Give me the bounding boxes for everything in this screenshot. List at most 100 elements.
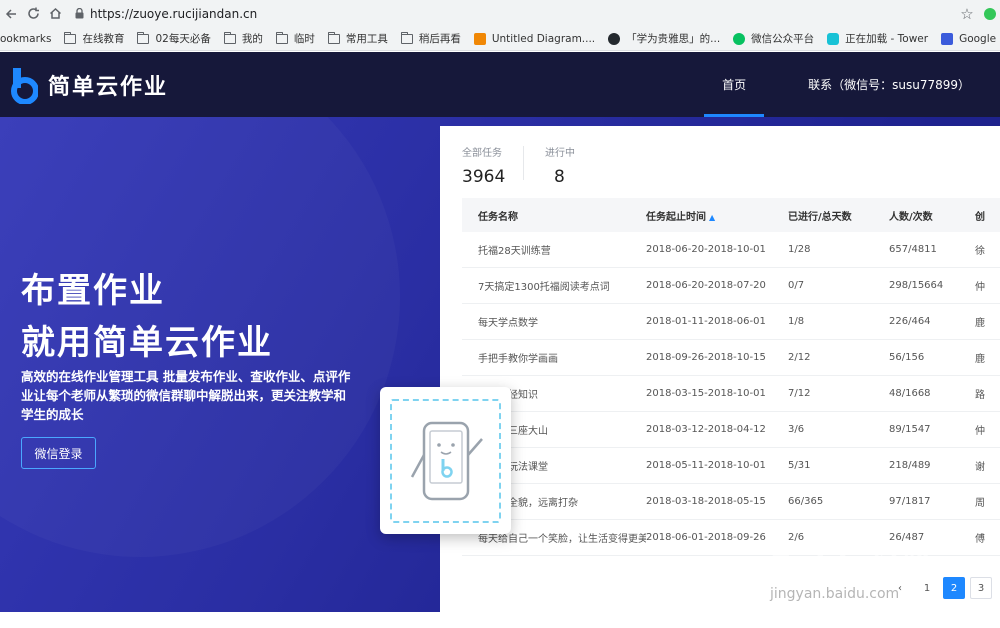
folder-icon: [400, 31, 413, 44]
cell-task-period: 2018-03-18-2018-05-15: [646, 496, 766, 507]
cell-count: 56/156: [889, 352, 925, 363]
bookmark-item[interactable]: Untitled Diagram....: [473, 32, 596, 45]
folder-icon: [223, 31, 236, 44]
bookmark-label: 微信公众平台: [751, 33, 815, 45]
table-row[interactable]: 托福28天训练营 2018-06-20-2018-10-01 1/28 657/481…: [462, 232, 1000, 268]
cell-count: 218/489: [889, 460, 931, 471]
table-row[interactable]: 手把手教你学画画 2018-09-26-2018-10-15 2/12 56/156 鹿: [462, 340, 1000, 376]
cell-count: 97/1817: [889, 496, 931, 507]
app-header: 简单云作业 首页 联系（微信号：susu77899）: [0, 52, 1000, 117]
cell-task-period: 2018-01-11-2018-06-01: [646, 316, 766, 327]
cell-progress: 0/7: [788, 280, 805, 291]
cell-progress: 1/28: [788, 244, 811, 255]
bookmark-item[interactable]: 微信公众平台: [733, 31, 814, 46]
address-bar[interactable]: https://zuoye.rucijiandan.cn: [72, 3, 954, 25]
main-nav: 首页 联系（微信号：susu77899）: [678, 52, 988, 117]
cell-task-period: 2018-03-12-2018-04-12: [646, 424, 766, 435]
bookmark-item[interactable]: 临时: [275, 31, 315, 46]
table-row[interactable]: 定托福三座大山 2018-03-12-2018-04-12 3/6 89/1547 仲: [462, 412, 1000, 448]
table-header: 任务名称 任务起止时间 ▲ 已进行/总天数 人数/次数 创: [462, 198, 1000, 232]
col-task-name[interactable]: 任务名称: [462, 208, 646, 223]
col-progress[interactable]: 已进行/总天数: [788, 208, 889, 223]
table-row[interactable]: 学点易经知识2018-03-15-2018-10-017/1248/1668路: [462, 376, 1000, 412]
bookmark-label: 正在加载 - Tower: [845, 33, 929, 45]
wechat-icon: [733, 32, 746, 45]
nav-home[interactable]: 首页: [704, 52, 765, 117]
wechat-login-button[interactable]: 微信登录: [21, 437, 96, 469]
cell-task-period: 2018-06-20-2018-10-01: [646, 244, 766, 255]
home-icon[interactable]: [44, 3, 66, 25]
bookmark-label: 临时: [293, 33, 315, 45]
table-row[interactable]: 全吸粉玩法课堂 2018-05-11-2018-10-01 5/31 218/489 谢: [462, 448, 1000, 484]
folder-icon: [64, 31, 77, 44]
mascot-card: [380, 387, 511, 534]
github-icon: [608, 32, 621, 45]
folder-icon: [137, 31, 150, 44]
baidu-watermark: Baidu经验 jingyan.baidu.com: [770, 540, 990, 610]
bookmark-item[interactable]: 02每天必备: [137, 31, 211, 46]
stat-ongoing-label: 进行中: [545, 148, 575, 159]
cell-creator: 鹿: [975, 318, 985, 329]
cell-creator: 谢: [975, 462, 985, 473]
cell-progress: 3/6: [788, 424, 805, 435]
table-row[interactable]: 7天搞定1300托福阅读考点词 2018-06-20-2018-07-20 0/7 2…: [462, 268, 1000, 304]
phone-mascot-icon: [410, 421, 483, 501]
cell-task-name: 每天学点数学: [478, 318, 538, 329]
gcal-icon: [941, 32, 954, 45]
col-task-period-label: 任务起止时间: [646, 211, 706, 223]
hero-title-line1: 布置作业: [21, 271, 165, 311]
col-creator[interactable]: 创: [975, 208, 1000, 223]
cell-creator: 徐: [975, 246, 985, 257]
cell-progress: 2/12: [788, 352, 811, 363]
task-table: 任务名称 任务起止时间 ▲ 已进行/总天数 人数/次数 创 托福28天训练营 201…: [462, 198, 1000, 556]
lock-icon: [72, 8, 86, 19]
cell-task-name: 手把手教你学画画: [478, 354, 558, 365]
bookmark-star-icon[interactable]: ☆: [954, 5, 980, 23]
table-row[interactable]: 每天学点数学 2018-01-11-2018-06-01 1/8 226/464 鹿: [462, 304, 1000, 340]
cell-creator: 仲: [975, 282, 985, 293]
bookmark-label: 常用工具: [345, 33, 388, 45]
cell-progress: 66/365: [788, 496, 824, 507]
bookmark-item[interactable]: 正在加载 - Tower: [827, 31, 928, 46]
bookmark-item[interactable]: 稍后再看: [400, 31, 461, 46]
stat-ongoing: 进行中 8: [545, 144, 575, 187]
logo-icon[interactable]: [10, 66, 39, 105]
bookmark-item[interactable]: 「学为贵雅思」的...: [608, 31, 720, 46]
cell-task-name: 7天搞定1300托福阅读考点词: [478, 282, 610, 293]
back-icon[interactable]: [0, 3, 22, 25]
col-count[interactable]: 人数/次数: [889, 208, 975, 223]
bookmark-label: 02每天必备: [155, 33, 211, 45]
cell-creator: 周: [975, 498, 985, 509]
bookmark-item[interactable]: 我的: [223, 31, 263, 46]
cell-task-period: 2018-03-15-2018-10-01: [646, 388, 766, 399]
bookmarks-bar: ookmarks 在线教育 02每天必备 我的 临时 常用工具 稍后再看 Untitled D…: [0, 27, 1000, 51]
bookmark-label: ookmarks: [0, 32, 52, 45]
bookmark-item[interactable]: 常用工具: [327, 31, 388, 46]
watermark-logo: Baidu经验: [770, 548, 934, 583]
hero-title-line2: 就用简单云作业: [21, 323, 273, 363]
cell-progress: 7/12: [788, 388, 811, 399]
stat-all-tasks: 全部任务 3964: [462, 144, 505, 187]
cell-creator: 鹿: [975, 354, 985, 365]
extension-icon[interactable]: [980, 7, 1000, 20]
browser-toolbar: https://zuoye.rucijiandan.cn ☆: [0, 0, 1000, 27]
nav-contact[interactable]: 联系（微信号：susu77899）: [790, 52, 988, 117]
cell-progress: 5/31: [788, 460, 811, 471]
hero-description: 高效的在线作业管理工具 批量发布作业、查收作业、点评作业让每个老师从繁琐的微信群…: [21, 369, 351, 422]
bookmark-label: Untitled Diagram....: [491, 32, 596, 45]
cell-count: 657/4811: [889, 244, 937, 255]
url-text: https://zuoye.rucijiandan.cn: [90, 6, 258, 21]
brand-name[interactable]: 简单云作业: [48, 69, 168, 101]
cell-count: 298/15664: [889, 280, 944, 291]
reload-icon[interactable]: [22, 3, 44, 25]
sort-up-icon[interactable]: ▲: [709, 213, 715, 222]
bookmark-label: 「学为贵雅思」的...: [626, 33, 721, 45]
page-bottom-strip: [0, 612, 1000, 628]
bookmark-item[interactable]: 在线教育: [64, 31, 124, 46]
bookmark-item[interactable]: Google 日历 - 20: [941, 31, 1000, 46]
table-row[interactable]: 营体系全貌，远离打杂 2018-03-18-2018-05-15 66/365 97/…: [462, 484, 1000, 520]
drawio-icon: [473, 32, 486, 45]
col-task-period[interactable]: 任务起止时间 ▲: [646, 208, 788, 223]
bookmark-item[interactable]: ookmarks: [0, 33, 51, 45]
bookmark-label: Google 日历 - 20: [959, 33, 1000, 45]
